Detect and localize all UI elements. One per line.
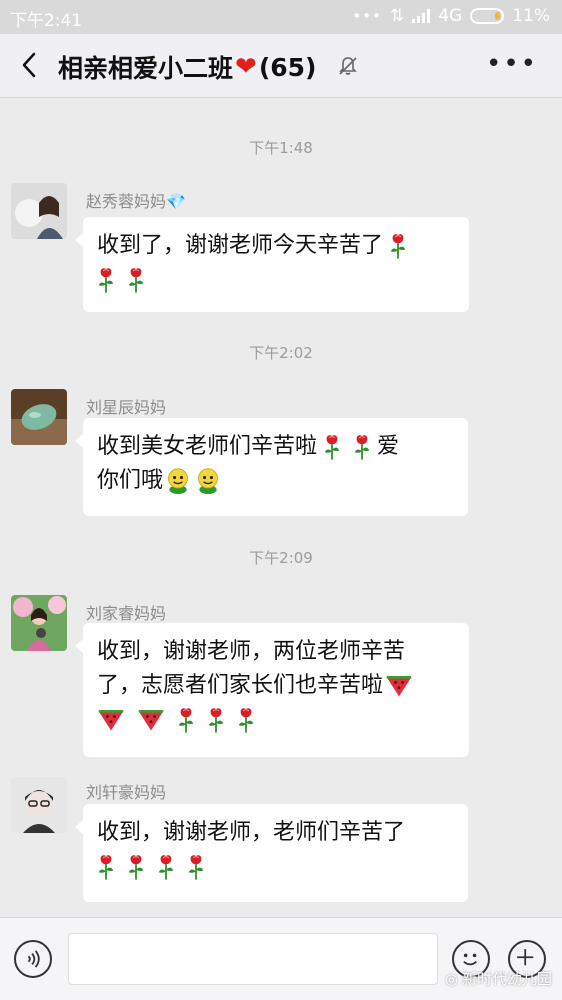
data-arrows-icon: ⇅ [389,6,405,26]
timestamp: 下午1:48 [249,139,313,157]
rose-emoji [237,706,255,734]
sender-name: 刘家睿妈妈 [86,604,167,623]
chat-title: 相亲相爱小二班 ❤ (65) [58,49,316,85]
message-line: 收到，谢谢老师，老师们辛苦了 [97,816,454,850]
more-icon[interactable]: ••• [486,51,538,77]
status-bar: 下午2:41 ••• ⇅ 4G 11% [0,0,562,34]
mute-bell-icon [339,57,357,75]
watermelon-emoji [97,707,125,733]
battery-icon [470,8,505,24]
heart-icon: ❤ [235,52,257,82]
watermark: ◎ 新时代幼儿园 [445,968,552,989]
message-text: 收到，谢谢老师，老师们辛苦了 [97,820,406,845]
message-line [97,703,455,737]
message-line: 收到了，谢谢老师今天辛苦了 [97,229,455,263]
input-bar: ◎ 新时代幼儿园 [0,917,562,1000]
green-smile-emoji [195,467,221,495]
sender-name: 刘星辰妈妈 [86,398,167,417]
group-name: 相亲相爱小二班 [58,54,234,83]
watermelon-emoji [137,707,165,733]
watermark-text: 新时代幼儿园 [461,970,552,988]
message-text: 收到美女老师们辛苦啦 [97,434,318,459]
chat-header: 相亲相爱小二班 ❤ (65) ••• [0,34,562,98]
sender-name: 赵秀蓉妈妈💎 [86,188,186,212]
timestamp: 下午2:09 [249,549,313,567]
message-text: 收到，谢谢老师，两位老师辛苦 [97,639,406,664]
status-time: 下午2:41 [10,11,83,31]
notification-dots-icon: ••• [352,7,382,25]
wechat-logo-icon: ◎ [444,969,458,988]
sender-name: 刘轩豪妈妈 [86,783,167,802]
message-text: 你们哦 [97,468,164,493]
voice-icon[interactable] [14,940,52,978]
battery-percent: 11% [512,6,550,26]
member-count: (65) [258,52,317,82]
message-text: 收到了，谢谢老师今天辛苦了 [97,233,384,258]
rose-emoji [97,853,115,881]
status-indicators: ••• ⇅ 4G 11% [352,6,550,26]
message-input[interactable] [68,933,438,985]
green-smile-emoji [165,467,191,495]
message-bubble[interactable]: 收到，谢谢老师，老师们辛苦了 [75,804,468,902]
message-bubble[interactable]: 收到了，谢谢老师今天辛苦了 [75,217,469,312]
rose-emoji [97,266,115,294]
message-text: 了，志愿者们家长们也辛苦啦 [97,673,384,698]
message-line: 了，志愿者们家长们也辛苦啦 [97,669,455,703]
avatar[interactable] [11,183,67,239]
avatar[interactable] [11,595,67,651]
rose-emoji [177,706,195,734]
watermelon-emoji [385,673,413,699]
signal-icon [412,9,431,23]
rose-emoji [187,853,205,881]
rose-emoji [207,706,225,734]
avatar[interactable] [11,389,67,445]
back-arrow-icon[interactable] [16,48,44,82]
rose-emoji [323,433,341,461]
message-text: 爱 [377,434,400,459]
rose-emoji [157,853,175,881]
message-line [97,263,455,297]
message-line: 你们哦 [97,464,454,498]
diamond-badge-icon: 💎 [166,192,186,211]
sender-name-text: 赵秀蓉妈妈 [86,192,167,211]
message-line: 收到，谢谢老师，两位老师辛苦 [97,635,455,669]
rose-emoji [389,232,407,260]
avatar[interactable] [11,777,67,833]
network-label: 4G [438,6,463,26]
message-line [97,850,454,884]
rose-emoji [353,433,371,461]
rose-emoji [127,266,145,294]
chat-area: 下午1:48 赵秀蓉妈妈💎 收到了，谢谢老师今天辛苦了 下午2:02 刘星辰妈妈… [0,99,562,917]
timestamp: 下午2:02 [249,344,313,362]
message-bubble[interactable]: 收到，谢谢老师，两位老师辛苦 了，志愿者们家长们也辛苦啦 [75,623,469,757]
message-line: 收到美女老师们辛苦啦 爱 [97,430,454,464]
message-bubble[interactable]: 收到美女老师们辛苦啦 爱 你们哦 [75,418,468,516]
rose-emoji [127,853,145,881]
